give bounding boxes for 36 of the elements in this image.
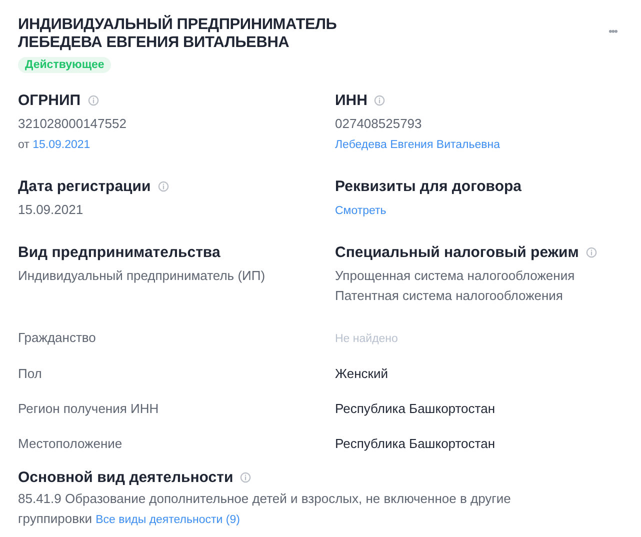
company-title: ИНДИВИДУАЛЬНЫЙ ПРЕДПРИНИМАТЕЛЬ (18, 16, 337, 34)
field-title: Вид предпринимательства (18, 243, 220, 262)
field-value: 321028000147552 (18, 116, 126, 131)
field-title: ИНН (335, 91, 368, 110)
field-value: 15.09.2021 (18, 202, 84, 217)
property-value: Не найдено (335, 333, 398, 345)
field-title: Основной вид деятельности (18, 468, 234, 487)
property-value: Республика Башкортостан (335, 436, 495, 451)
property-label: Гражданство (18, 329, 97, 347)
activity-description: 85.41.9 Образование дополнительное детей и взрослых, не включенное в другие группировки Все виды деятельности (9) (18, 491, 511, 526)
field-value: 027408525793 (335, 116, 422, 131)
field-title: Специальный налоговый режим (335, 243, 579, 262)
link[interactable]: Смотреть (335, 205, 386, 217)
info-icon[interactable] (88, 95, 99, 106)
link[interactable]: Лебедева Евгения Витальевна (335, 139, 500, 151)
property-value: Республика Башкортостан (335, 401, 495, 416)
info-icon[interactable] (240, 472, 252, 483)
date-link[interactable]: 15.09.2021 (32, 139, 90, 151)
property-label: Пол (18, 365, 43, 383)
field-title: Дата регистрации (18, 177, 151, 196)
field-title: Реквизиты для договора (335, 177, 522, 196)
property-label: Местоположение (18, 435, 124, 453)
property-value: Женский (335, 366, 388, 381)
property-label: Регион получения ИНН (18, 400, 160, 418)
field-value: Патентная система налогообложения (335, 288, 563, 303)
field-value: Упрощенная система налогообложения (335, 268, 575, 283)
company-title: ЛЕБЕДЕВА ЕВГЕНИЯ ВИТАЛЬЕВНА (18, 34, 290, 52)
status-badge: Действующее (18, 57, 112, 73)
info-icon[interactable] (586, 247, 597, 258)
link[interactable]: Все виды деятельности (9) (96, 514, 240, 526)
field-value: Индивидуальный предприниматель (ИП) (18, 268, 266, 283)
field-value: от 15.09.2021 (18, 138, 90, 151)
info-icon[interactable] (158, 181, 169, 192)
info-icon[interactable] (374, 95, 386, 106)
more-button[interactable]: ••• (608, 26, 617, 38)
field-title: ОГРНИП (18, 91, 81, 110)
